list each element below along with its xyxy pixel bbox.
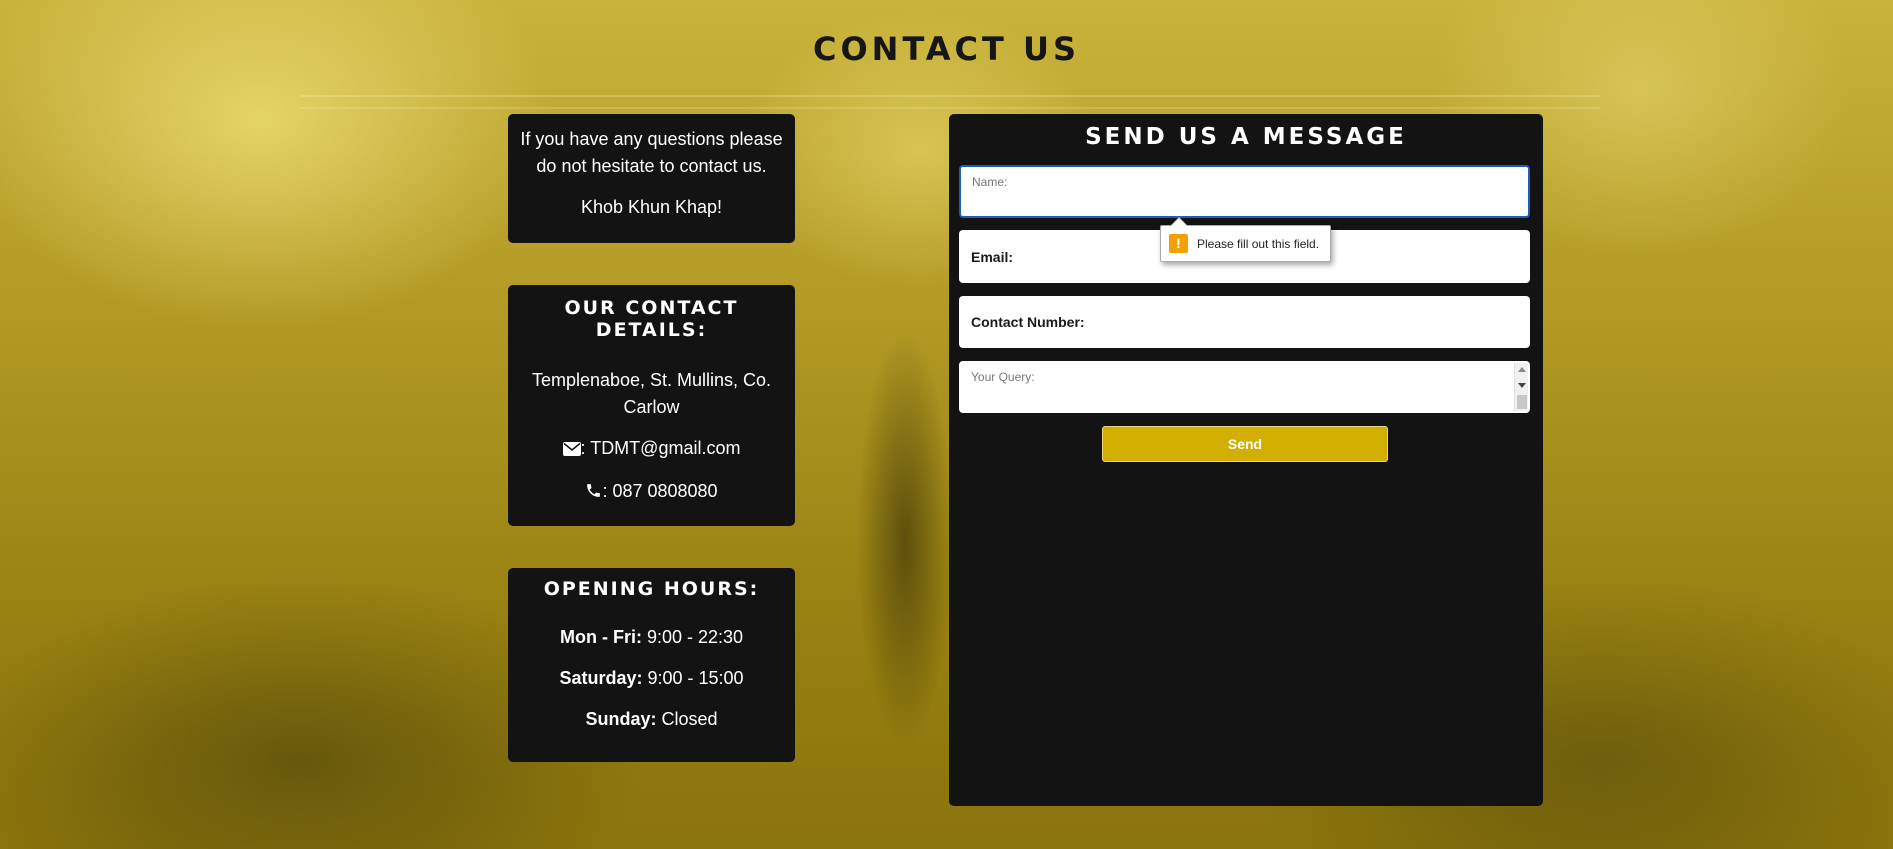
- stage-truss: [300, 95, 1600, 109]
- name-placeholder: Name:: [972, 175, 1008, 189]
- form-title: SEND US A MESSAGE: [1085, 124, 1407, 150]
- hours-row: Saturday: 9:00 - 15:00: [522, 665, 781, 692]
- opening-hours-card: OPENING HOURS: Mon - Fri: 9:00 - 22:30 S…: [508, 568, 795, 762]
- query-scrollbar[interactable]: [1514, 363, 1528, 411]
- contact-form: SEND US A MESSAGE Name: Email: Contact N…: [949, 114, 1543, 806]
- email-label: Email:: [971, 248, 1014, 265]
- send-button[interactable]: Send: [1102, 426, 1388, 462]
- phone-text: : 087 0808080: [602, 481, 718, 501]
- hours-time: Closed: [656, 709, 718, 729]
- warning-icon: !: [1169, 234, 1188, 253]
- intro-text: If you have any questions please do not …: [520, 129, 783, 176]
- validation-tooltip: ! Please fill out this field.: [1160, 217, 1331, 262]
- query-placeholder: Your Query:: [971, 370, 1035, 384]
- address-text: Templenaboe, St. Mullins, Co. Carlow: [531, 370, 772, 417]
- resize-handle[interactable]: [1517, 395, 1527, 409]
- envelope-icon: [562, 437, 581, 464]
- hours-time: 9:00 - 22:30: [641, 627, 744, 647]
- hours-heading: OPENING HOURS:: [543, 578, 760, 600]
- phone-icon: [585, 480, 602, 507]
- hours-row: Sunday: Closed: [522, 706, 781, 733]
- hours-row: Mon - Fri: 9:00 - 22:30: [522, 624, 781, 651]
- hours-day: Sunday:: [585, 709, 657, 729]
- contact-details-card: OUR CONTACT DETAILS: Templenaboe, St. Mu…: [508, 285, 795, 526]
- phone-line: : 087 0808080: [522, 478, 781, 507]
- validation-message: Please fill out this field.: [1197, 237, 1320, 251]
- contact-number-field[interactable]: Contact Number:: [959, 296, 1530, 348]
- greeting-text: Khob Khun Khap!: [580, 197, 723, 217]
- email-text: : TDMT@gmail.com: [580, 438, 741, 458]
- page-title: CONTACT US: [812, 30, 1081, 68]
- hours-time: 9:00 - 15:00: [642, 668, 744, 688]
- contact-number-label: Contact Number:: [971, 314, 1085, 330]
- intro-card: If you have any questions please do not …: [508, 114, 795, 243]
- query-textarea[interactable]: Your Query:: [959, 361, 1530, 413]
- name-input[interactable]: Name:: [959, 165, 1530, 218]
- email-line: : TDMT@gmail.com: [522, 435, 781, 464]
- hours-day: Mon - Fri:: [559, 627, 642, 647]
- contact-heading: OUR CONTACT DETAILS:: [564, 297, 739, 341]
- scroll-up-icon[interactable]: [1518, 367, 1526, 372]
- scroll-down-icon[interactable]: [1518, 383, 1526, 388]
- hours-day: Saturday:: [559, 668, 643, 688]
